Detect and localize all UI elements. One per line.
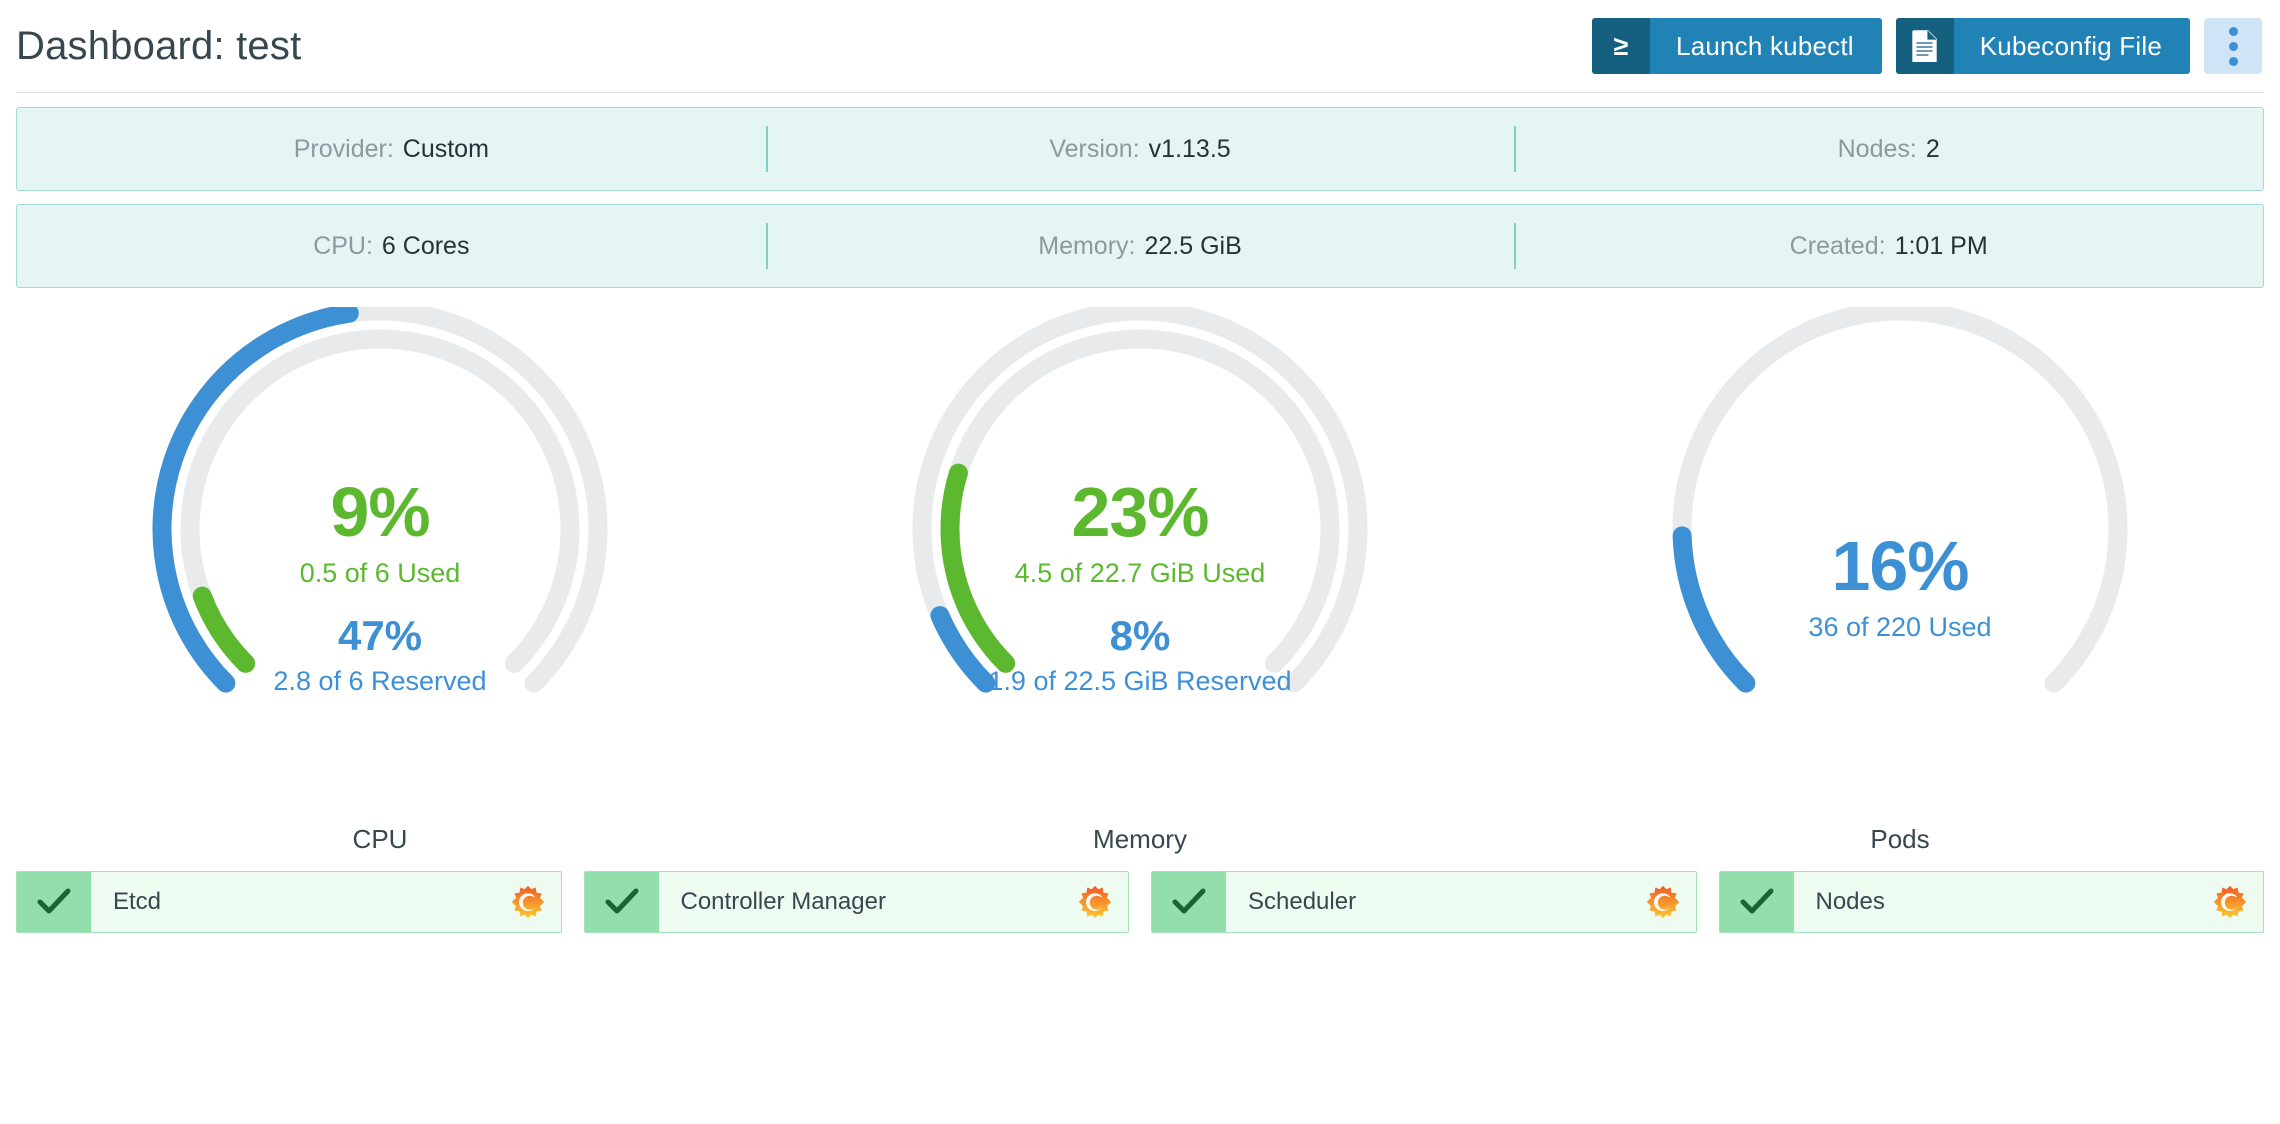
gauge-pods-readout: 16% 36 of 220 Used <box>1520 525 2280 643</box>
kubeconfig-file-label: Kubeconfig File <box>1954 18 2190 74</box>
gauge-cpu-used-percent: 9% <box>0 477 760 547</box>
cluster-info-row-primary: Provider: Custom Version: v1.13.5 Nodes:… <box>16 107 2264 191</box>
status-card-label: Scheduler <box>1248 888 1356 916</box>
gauge-cpu-reserved-percent: 47% <box>0 615 760 657</box>
info-label-nodes: Nodes: <box>1838 135 1917 164</box>
gauge-memory-label: Memory <box>760 824 1520 855</box>
info-label-memory: Memory: <box>1038 232 1135 261</box>
info-cell-version: Version: v1.13.5 <box>766 108 1515 190</box>
info-cell-memory: Memory: 22.5 GiB <box>766 205 1515 287</box>
launch-kubectl-label: Launch kubectl <box>1650 18 1882 74</box>
grafana-icon[interactable] <box>1646 885 1680 919</box>
status-card-label: Etcd <box>113 888 161 916</box>
info-value-nodes: 2 <box>1926 135 1940 164</box>
gauge-pods-label: Pods <box>1520 824 2280 855</box>
gauge-memory-used-detail: 4.5 of 22.7 GiB Used <box>760 559 1520 589</box>
grafana-icon[interactable] <box>2213 885 2247 919</box>
info-cell-cpu: CPU: 6 Cores <box>17 205 766 287</box>
info-cell-nodes: Nodes: 2 <box>1514 108 2263 190</box>
kebab-menu-icon <box>2229 27 2238 36</box>
gauge-pods-arcs <box>1665 307 2135 707</box>
health-check-icon <box>585 872 659 932</box>
gauge-memory-readout: 23% 4.5 of 22.7 GiB Used 8% 1.9 of 22.5 … <box>760 471 1520 696</box>
kubeconfig-file-button[interactable]: Kubeconfig File <box>1896 18 2190 74</box>
status-card-body: Scheduler <box>1226 872 1696 932</box>
gauge-pods-used-detail: 36 of 220 Used <box>1520 613 2280 643</box>
grafana-icon[interactable] <box>511 885 545 919</box>
gauge-pods-used-percent: 16% <box>1520 531 2280 601</box>
gauge-row: 9% 0.5 of 6 Used 47% 2.8 of 6 Reserved C… <box>0 301 2280 861</box>
gauge-cpu: 9% 0.5 of 6 Used 47% 2.8 of 6 Reserved C… <box>0 307 760 861</box>
status-card-body: Controller Manager <box>659 872 1129 932</box>
info-label-provider: Provider: <box>294 135 394 164</box>
info-value-created: 1:01 PM <box>1895 232 1988 261</box>
info-label-version: Version: <box>1049 135 1139 164</box>
launch-kubectl-button[interactable]: ≥ Launch kubectl <box>1592 18 1882 74</box>
info-value-cpu: 6 Cores <box>382 232 470 261</box>
status-card-label: Nodes <box>1816 888 1885 916</box>
gauge-cpu-label: CPU <box>0 824 760 855</box>
component-status-row: Etcd Control <box>0 871 2280 933</box>
status-card-controller-manager[interactable]: Controller Manager <box>584 871 1130 933</box>
gauge-cpu-reserved-detail: 2.8 of 6 Reserved <box>0 667 760 697</box>
info-label-created: Created: <box>1790 232 1886 261</box>
gauge-cpu-used-detail: 0.5 of 6 Used <box>0 559 760 589</box>
kebab-menu-icon <box>2229 42 2238 51</box>
page-header: Dashboard: test ≥ Launch kubectl <box>0 0 2280 92</box>
status-card-body: Etcd <box>91 872 561 932</box>
file-icon <box>1896 18 1954 74</box>
status-card-body: Nodes <box>1794 872 2264 932</box>
more-actions-button[interactable] <box>2204 18 2262 74</box>
header-actions: ≥ Launch kubectl Kubeconfig File <box>1592 18 2262 74</box>
grafana-icon[interactable] <box>1078 885 1112 919</box>
info-cell-created: Created: 1:01 PM <box>1514 205 2263 287</box>
info-value-memory: 22.5 GiB <box>1144 232 1241 261</box>
info-cell-provider: Provider: Custom <box>17 108 766 190</box>
gauge-memory-used-percent: 23% <box>760 477 1520 547</box>
health-check-icon <box>1152 872 1226 932</box>
status-card-etcd[interactable]: Etcd <box>16 871 562 933</box>
page-title: Dashboard: test <box>16 24 301 69</box>
health-check-icon <box>1720 872 1794 932</box>
info-label-cpu: CPU: <box>313 232 373 261</box>
gauge-pods: 16% 36 of 220 Used Pods <box>1520 307 2280 861</box>
kebab-menu-icon <box>2229 57 2238 66</box>
health-check-icon <box>17 872 91 932</box>
gauge-memory-reserved-percent: 8% <box>760 615 1520 657</box>
cluster-info-row-resources: CPU: 6 Cores Memory: 22.5 GiB Created: 1… <box>16 204 2264 288</box>
info-value-provider: Custom <box>403 135 489 164</box>
status-card-label: Controller Manager <box>681 888 886 916</box>
gauge-cpu-readout: 9% 0.5 of 6 Used 47% 2.8 of 6 Reserved <box>0 471 760 696</box>
kubectl-prompt-icon: ≥ <box>1592 18 1650 74</box>
gauge-memory-reserved-detail: 1.9 of 22.5 GiB Reserved <box>760 667 1520 697</box>
cluster-info-section: Provider: Custom Version: v1.13.5 Nodes:… <box>0 93 2280 288</box>
gauge-memory: 23% 4.5 of 22.7 GiB Used 8% 1.9 of 22.5 … <box>760 307 1520 861</box>
info-value-version: v1.13.5 <box>1149 135 1231 164</box>
status-card-nodes[interactable]: Nodes <box>1719 871 2265 933</box>
status-card-scheduler[interactable]: Scheduler <box>1151 871 1697 933</box>
